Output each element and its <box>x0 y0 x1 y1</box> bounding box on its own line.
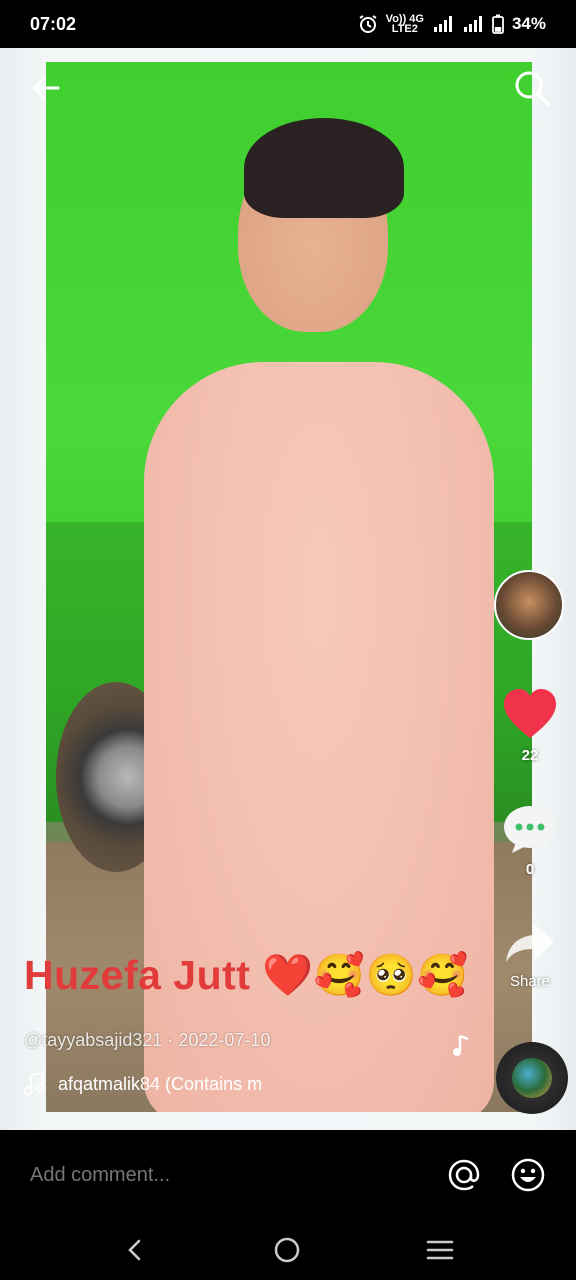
signal-2-icon <box>463 16 482 32</box>
signal-icon <box>433 16 452 32</box>
comment-bar: Add comment... <box>0 1130 576 1220</box>
person-hair <box>244 118 404 218</box>
author-handle[interactable]: @tayyabsajid321 <box>24 1030 162 1050</box>
like-count: 22 <box>521 747 539 764</box>
nav-menu-icon[interactable] <box>425 1236 455 1264</box>
status-bar: 07:02 Vo)) 4G LTE2 34% <box>0 0 576 48</box>
lte-label: LTE2 <box>391 23 418 35</box>
status-time: 07:02 <box>30 13 77 34</box>
system-nav-bar <box>0 1220 576 1280</box>
back-arrow-icon[interactable] <box>28 70 64 106</box>
comment-count: 0 <box>525 861 535 878</box>
video-player[interactable]: 22 0 Share Huzefa Jutt ❤️🥰🥺🥰 @tayyabsaji… <box>0 48 576 1130</box>
volte-indicator: Vo)) 4G LTE2 <box>386 14 424 35</box>
like-button[interactable]: 22 <box>496 688 564 764</box>
share-label: Share <box>509 973 551 990</box>
battery-icon <box>492 14 504 34</box>
emoji-icon[interactable] <box>510 1157 546 1193</box>
mention-icon[interactable] <box>446 1157 482 1193</box>
battery-percent: 34% <box>511 14 546 33</box>
separator: · <box>167 1030 179 1050</box>
alarm-icon <box>359 15 377 33</box>
creator-avatar[interactable] <box>494 570 564 640</box>
comment-actions <box>446 1157 546 1193</box>
music-note-icon <box>24 1072 45 1096</box>
share-icon <box>506 924 554 962</box>
comment-icon <box>504 806 556 853</box>
music-info[interactable]: afqatmalik84 (Contains m <box>24 1072 314 1096</box>
search-icon[interactable] <box>512 68 552 108</box>
status-icons: Vo)) 4G LTE2 34% <box>358 14 546 35</box>
nav-back-icon[interactable] <box>121 1236 149 1264</box>
nav-home-icon[interactable] <box>272 1235 302 1265</box>
music-disc-cover <box>512 1058 552 1098</box>
music-title: afqatmalik84 (Contains m <box>58 1073 263 1094</box>
heart-icon <box>504 689 556 738</box>
comment-input[interactable]: Add comment... <box>30 1164 446 1187</box>
music-disc[interactable] <box>496 1042 568 1114</box>
comment-button[interactable]: 0 <box>496 804 564 878</box>
post-date: 2022-07-10 <box>178 1030 271 1050</box>
share-button[interactable]: Share <box>496 920 564 990</box>
video-caption: Huzefa Jutt ❤️🥰🥺🥰 <box>24 952 469 998</box>
music-note-small-icon <box>453 1034 469 1056</box>
author-line: @tayyabsajid321 · 2022-07-10 <box>24 1030 270 1051</box>
